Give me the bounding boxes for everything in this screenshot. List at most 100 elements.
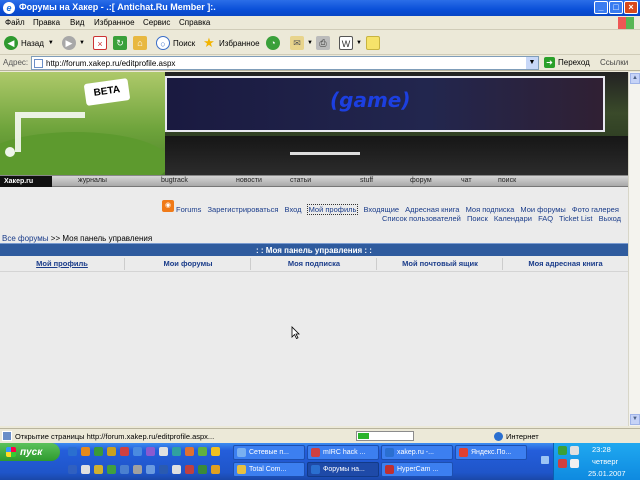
link-ticket-list[interactable]: Ticket List — [559, 214, 592, 223]
link-calendars[interactable]: Календари — [494, 214, 532, 223]
tray-network-icon[interactable] — [570, 446, 579, 455]
quicklaunch-app14-icon[interactable] — [107, 465, 116, 474]
nav-journals[interactable]: журналы — [78, 177, 107, 184]
tray-volume-icon[interactable] — [570, 459, 579, 468]
nav-chat[interactable]: чат — [461, 177, 472, 184]
menu-favorites[interactable]: Избранное — [94, 18, 135, 27]
nav-bugtrack[interactable]: bugtrack — [161, 177, 188, 184]
quicklaunch-app9-icon[interactable] — [198, 447, 207, 456]
tray-app-icon[interactable] — [558, 446, 567, 455]
breadcrumb-root[interactable]: Все форумы — [2, 234, 49, 243]
link-inbox[interactable]: Входящие — [364, 205, 400, 214]
quicklaunch-app6-icon[interactable] — [159, 447, 168, 456]
taskbar-item-total-commander[interactable]: Total Com... — [233, 462, 305, 477]
quicklaunch-app5-icon[interactable] — [146, 447, 155, 456]
link-forums[interactable]: Forums — [176, 205, 201, 214]
mail-button[interactable]: ✉ ▼ — [290, 35, 313, 51]
link-faq[interactable]: FAQ — [538, 214, 553, 223]
tab-my-profile[interactable]: Мой профиль — [0, 258, 125, 270]
quicklaunch-app13-icon[interactable] — [94, 465, 103, 474]
rss-icon[interactable]: ◉ — [162, 200, 174, 212]
nav-search[interactable]: поиск — [498, 177, 516, 184]
page-scrollbar[interactable]: ▲ ▼ — [628, 72, 640, 426]
home-button[interactable]: ⌂ — [133, 35, 150, 51]
nav-articles[interactable]: статьи — [290, 177, 311, 184]
tab-my-forums[interactable]: Мои форумы — [126, 258, 251, 270]
quicklaunch-app7-icon[interactable] — [172, 447, 181, 456]
search-button[interactable]: ○ Поиск — [156, 35, 195, 51]
taskbar-item-yandex[interactable]: Яндекс.По... — [455, 445, 527, 460]
menu-view[interactable]: Вид — [70, 18, 84, 27]
quicklaunch-app1-icon[interactable] — [94, 447, 103, 456]
close-button[interactable]: × — [624, 1, 638, 14]
link-logout[interactable]: Выход — [599, 214, 621, 223]
messenger-button[interactable] — [366, 35, 383, 51]
minimize-button[interactable]: _ — [594, 1, 608, 14]
taskbar-expand-icon[interactable] — [541, 456, 549, 464]
address-url[interactable]: http://forum.xakep.ru/editprofile.aspx — [46, 59, 175, 68]
nav-stuff[interactable]: stuff — [360, 177, 373, 184]
quicklaunch-app8-icon[interactable] — [185, 447, 194, 456]
taskbar-item-mirc[interactable]: mIRC hack ... — [307, 445, 379, 460]
quicklaunch-app17-icon[interactable] — [146, 465, 155, 474]
link-user-list[interactable]: Список пользователей — [382, 214, 461, 223]
scroll-down-icon[interactable]: ▼ — [630, 414, 640, 425]
go-button[interactable]: ➜ Переход — [544, 57, 590, 68]
forward-dropdown-icon[interactable]: ▼ — [79, 40, 85, 46]
tab-my-subscriptions[interactable]: Моя подписка — [252, 258, 377, 270]
link-my-profile[interactable]: Мой профиль — [306, 204, 359, 215]
menu-tools[interactable]: Сервис — [143, 18, 170, 27]
link-subscriptions[interactable]: Моя подписка — [466, 205, 515, 214]
forward-button[interactable]: ▶ ▼ — [62, 35, 85, 51]
edit-button[interactable]: W ▼ — [339, 35, 362, 51]
quicklaunch-app22-icon[interactable] — [211, 465, 220, 474]
stop-button[interactable]: × — [93, 35, 110, 51]
menu-edit[interactable]: Правка — [33, 18, 60, 27]
favorites-button[interactable]: ★ Избранное — [202, 35, 259, 51]
link-register[interactable]: Зарегистрироваться — [208, 205, 279, 214]
tab-my-address-book[interactable]: Моя адресная книга — [503, 258, 628, 270]
taskbar-item-xakep[interactable]: xakep.ru -... — [381, 445, 453, 460]
link-login[interactable]: Вход — [285, 205, 302, 214]
mail-dropdown-icon[interactable]: ▼ — [307, 40, 313, 46]
links-button[interactable]: Ссылки — [600, 58, 628, 67]
link-address-book[interactable]: Адресная книга — [405, 205, 459, 214]
tab-my-mailbox[interactable]: Мой почтовый ящик — [378, 258, 503, 270]
quicklaunch-app16-icon[interactable] — [133, 465, 142, 474]
nav-forum[interactable]: форум — [410, 177, 432, 184]
taskbar-item-forums[interactable]: Форумы на... — [307, 462, 379, 477]
link-my-forums[interactable]: Мои форумы — [520, 205, 565, 214]
link-search[interactable]: Поиск — [467, 214, 488, 223]
link-photo-gallery[interactable]: Фото галерея — [572, 205, 619, 214]
taskbar-item-hypercam[interactable]: HyperCam ... — [381, 462, 453, 477]
xakep-logo[interactable]: Хакер.ru — [0, 176, 52, 187]
edit-dropdown-icon[interactable]: ▼ — [356, 40, 362, 46]
scroll-up-icon[interactable]: ▲ — [630, 73, 640, 84]
address-input[interactable]: http://forum.xakep.ru/editprofile.aspx ▼ — [31, 56, 539, 70]
taskbar-item-network[interactable]: Сетевые п... — [233, 445, 305, 460]
quicklaunch-app11-icon[interactable] — [68, 465, 77, 474]
quicklaunch-app18-icon[interactable] — [159, 465, 168, 474]
menu-file[interactable]: Файл — [5, 18, 25, 27]
maximize-button[interactable]: □ — [609, 1, 623, 14]
quicklaunch-firefox-icon[interactable] — [81, 447, 90, 456]
quicklaunch-app10-icon[interactable] — [211, 447, 220, 456]
quicklaunch-app3-icon[interactable] — [120, 447, 129, 456]
print-button[interactable]: ⎙ — [316, 35, 333, 51]
quicklaunch-app12-icon[interactable] — [81, 465, 90, 474]
history-button[interactable]: ◔ — [266, 35, 283, 51]
quicklaunch-app19-icon[interactable] — [172, 465, 181, 474]
quicklaunch-ie-icon[interactable] — [68, 447, 77, 456]
tray-antivirus-icon[interactable] — [558, 459, 567, 468]
nav-news[interactable]: новости — [236, 177, 262, 184]
quicklaunch-app21-icon[interactable] — [198, 465, 207, 474]
start-button[interactable]: пуск — [0, 443, 60, 461]
menu-help[interactable]: Справка — [179, 18, 210, 27]
quicklaunch-app20-icon[interactable] — [185, 465, 194, 474]
quicklaunch-app4-icon[interactable] — [133, 447, 142, 456]
quicklaunch-app2-icon[interactable] — [107, 447, 116, 456]
address-dropdown-icon[interactable]: ▼ — [526, 57, 538, 69]
back-dropdown-icon[interactable]: ▼ — [48, 40, 54, 46]
back-button[interactable]: ◀ Назад ▼ — [4, 35, 54, 51]
quicklaunch-app15-icon[interactable] — [120, 465, 129, 474]
